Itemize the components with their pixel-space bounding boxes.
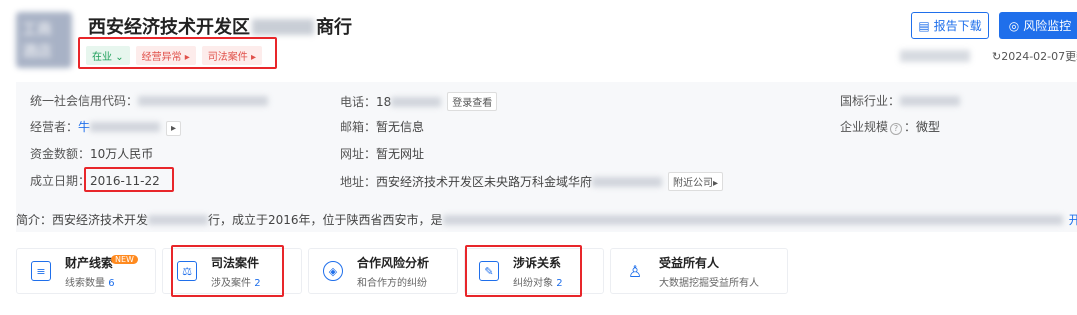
industry-field: 国标行业： [840, 92, 961, 109]
address-field: 地址：西安经济技术开发区未央路万科金域华府 附近公司▸ [340, 172, 724, 191]
redacted-intro [442, 215, 1063, 225]
redacted-operator-name [90, 122, 161, 132]
email-field: 邮箱：暂无信息 [340, 120, 425, 134]
phone-field: 电话：18 登录查看 [340, 92, 498, 111]
operator-name[interactable]: 牛 [78, 120, 90, 134]
capital-field: 资金数额：10万人民币 [30, 147, 154, 161]
beneficial-owner-icon: ♙ [627, 261, 643, 281]
company-logo: 工商 酒店 [16, 12, 72, 68]
intro-expand-link[interactable]: 开 [1069, 213, 1077, 227]
credit-code-field: 统一社会信用代码： [30, 92, 269, 109]
risk-monitor-button[interactable]: ◎ 风险监控 [999, 12, 1077, 39]
company-name: 西安经济技术开发区 商行 [88, 13, 352, 39]
redacted-name-block [252, 19, 314, 35]
company-intro: 简介：西安经济技术开发 行，成立于2016年，位于陕西省西安市，是开 [16, 211, 1077, 228]
monitor-icon: ◎ [1008, 18, 1020, 33]
refresh-icon[interactable]: ↻ [992, 50, 1001, 63]
operator-expand-icon[interactable]: ▸ [166, 121, 182, 136]
help-icon[interactable]: ? [890, 123, 903, 135]
feature-cards: ≡ 财产线索 线索数量 6 NEW ⚖ 司法案件 涉及案件 2 ◈ 合作风险分析 和合… [16, 248, 788, 294]
report-download-button[interactable]: ▤ 报告下载 [911, 12, 989, 39]
redacted-phone [391, 97, 442, 107]
new-badge: NEW [111, 255, 138, 264]
logo-text: 工商 酒店 [22, 20, 53, 60]
redacted-credit-code [138, 96, 269, 106]
scale-field: 企业规模? ：微型 [840, 120, 941, 135]
highlight-box-judicial-card [171, 245, 284, 297]
asset-icon: ≡ [31, 261, 51, 281]
redacted-header-info [900, 50, 970, 62]
highlight-box-litigation-card [465, 245, 582, 297]
redacted-address [592, 177, 663, 187]
document-icon: ▤ [918, 18, 930, 33]
nearby-companies-button[interactable]: 附近公司▸ [668, 172, 724, 191]
highlight-box-tags [78, 37, 277, 69]
card-asset-clues[interactable]: ≡ 财产线索 线索数量 6 NEW [16, 248, 156, 294]
highlight-box-founded-date [84, 167, 174, 192]
website-field: 网址：暂无网址 [340, 147, 425, 161]
card-beneficial-owner[interactable]: ♙ 受益所有人 大数据挖掘受益所有人 [610, 248, 788, 294]
cooperation-risk-icon: ◈ [323, 261, 343, 281]
operator-field: 经营者：牛 ▸ [30, 118, 182, 136]
company-name-prefix: 西安经济技术开发区 [88, 17, 250, 38]
basic-info-panel: 统一社会信用代码： 经营者：牛 ▸ 资金数额：10万人民币 成立日期：2016-1… [16, 82, 1077, 232]
redacted-industry [900, 96, 961, 106]
login-view-button[interactable]: 登录查看 [447, 92, 498, 111]
update-time: ↻2024-02-07更新 [992, 50, 1077, 63]
company-name-suffix: 商行 [316, 17, 352, 38]
card-cooperation-risk[interactable]: ◈ 合作风险分析 和合作方的纠纷 [308, 248, 458, 294]
